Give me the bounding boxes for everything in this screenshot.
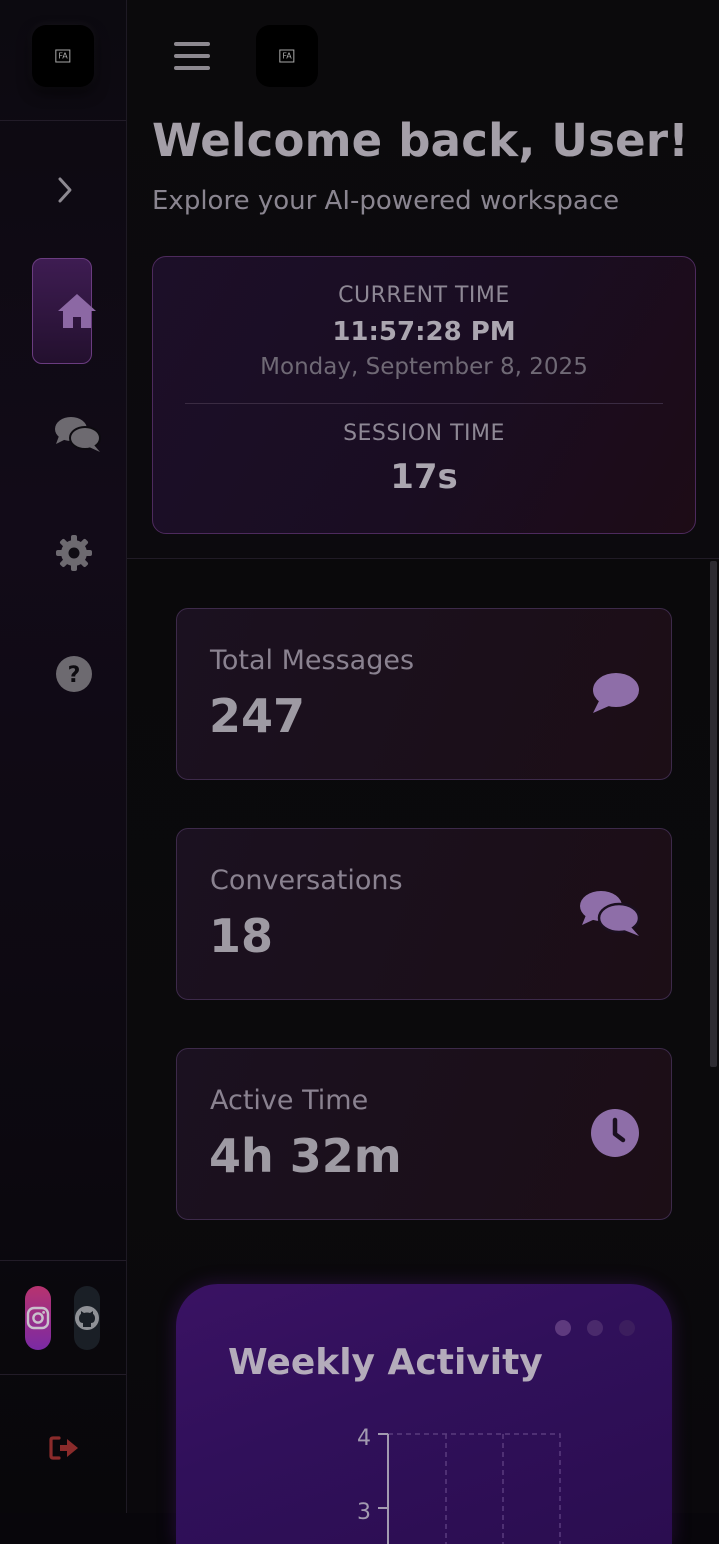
home-icon	[55, 291, 99, 331]
page-title: Welcome back, User!	[152, 114, 689, 167]
stat-card-active-time: Active Time 4h 32m	[176, 1048, 672, 1220]
app-logo[interactable]: FA	[32, 25, 94, 87]
sidebar-item-help[interactable]: ?	[55, 655, 93, 693]
logout-button[interactable]	[48, 1434, 80, 1462]
current-time-label: CURRENT TIME	[338, 283, 510, 308]
dashboard-header: FA Welcome back, User! Explore your AI-p…	[127, 0, 719, 559]
stat-label: Total Messages	[210, 645, 415, 676]
sidebar-divider	[0, 120, 126, 121]
weekly-activity-card: Weekly Activity 4 3	[176, 1284, 672, 1544]
stat-label: Active Time	[210, 1085, 369, 1116]
sidebar-divider	[0, 1260, 126, 1261]
stats-area: Total Messages 247 Conversations 18 Acti…	[127, 559, 719, 1544]
logo-glyph: FA	[55, 49, 71, 63]
logo-glyph: FA	[279, 49, 295, 63]
weekly-activity-chart	[378, 1433, 561, 1544]
comments-icon	[55, 417, 101, 452]
page-subtitle: Explore your AI-powered workspace	[152, 186, 620, 216]
clock-icon	[589, 1109, 641, 1157]
current-time-value: 11:57:28 PM	[332, 317, 516, 347]
chart-grid	[387, 1433, 561, 1544]
chevron-right-icon[interactable]	[50, 172, 80, 208]
session-time-label: SESSION TIME	[343, 421, 505, 446]
comments-icon	[579, 889, 641, 937]
time-card-divider	[185, 403, 663, 404]
hamburger-icon	[174, 42, 210, 46]
pager-dot[interactable]	[587, 1320, 603, 1336]
stat-card-conversations: Conversations 18	[176, 828, 672, 1000]
current-date: Monday, September 8, 2025	[260, 354, 588, 380]
hamburger-icon	[174, 54, 210, 58]
stat-label: Conversations	[210, 865, 403, 896]
github-link[interactable]	[74, 1286, 100, 1350]
stat-value: 247	[209, 689, 306, 743]
sidebar-item-chat[interactable]	[54, 413, 102, 455]
pager-dot-active[interactable]	[555, 1320, 571, 1336]
sidebar-item-home[interactable]	[32, 258, 96, 364]
session-time-value: 17s	[390, 457, 458, 497]
svg-text:?: ?	[68, 663, 81, 688]
sign-out-icon	[49, 1436, 78, 1460]
scrollbar[interactable]	[710, 561, 717, 1067]
hamburger-icon	[174, 66, 210, 70]
main-area: FA Welcome back, User! Explore your AI-p…	[127, 0, 719, 1544]
sidebar-divider	[0, 1374, 126, 1375]
gear-icon	[56, 535, 92, 571]
github-icon	[75, 1306, 99, 1330]
comment-icon	[589, 669, 641, 717]
question-circle-icon: ?	[56, 656, 92, 692]
instagram-icon	[26, 1306, 50, 1330]
sidebar-item-settings[interactable]	[55, 534, 93, 572]
stat-card-messages: Total Messages 247	[176, 608, 672, 780]
pager-dot[interactable]	[619, 1320, 635, 1336]
instagram-link[interactable]	[25, 1286, 51, 1350]
header-logo[interactable]: FA	[256, 25, 318, 87]
y-tick-label: 4	[357, 1426, 371, 1451]
stat-value: 4h 32m	[209, 1129, 402, 1183]
time-card: CURRENT TIME 11:57:28 PM Monday, Septemb…	[152, 256, 696, 534]
sidebar: FA ?	[0, 0, 127, 1513]
stat-value: 18	[209, 909, 274, 963]
weekly-activity-title: Weekly Activity	[228, 1342, 543, 1383]
